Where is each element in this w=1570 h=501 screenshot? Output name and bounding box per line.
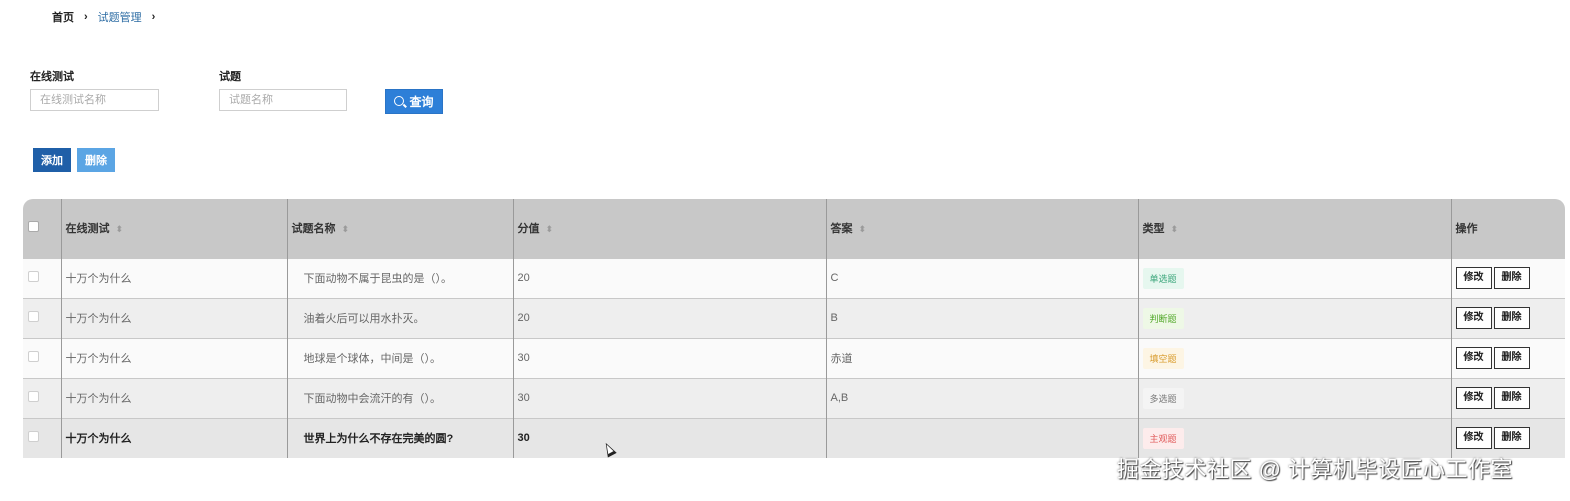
test-search-input[interactable] xyxy=(30,89,159,111)
question-search-input[interactable] xyxy=(219,89,347,111)
select-all-cell xyxy=(23,199,62,258)
cell-answer: A,B xyxy=(826,377,1139,418)
cell-answer: B xyxy=(826,297,1139,338)
questions-table: 在线测试 ⬍ 试题名称 ⬍ 分值 ⬍ 答案 ⬍ 类型 ⬍ 操作 十万个为什么 下面动物不属于… xyxy=(23,199,1565,458)
cell-score: 30 xyxy=(513,377,827,418)
cell-question: 世界上为什么不存在完美的圆? xyxy=(287,417,514,458)
delete-button[interactable]: 删除 xyxy=(1493,307,1530,329)
type-badge: 多选题 xyxy=(1142,387,1184,409)
column-header-score[interactable]: 分值 ⬍ xyxy=(513,199,827,258)
breadcrumb-home[interactable]: 首页 xyxy=(52,9,74,25)
cell-test: 十万个为什么 xyxy=(61,377,288,418)
delete-button[interactable]: 删除 xyxy=(1493,387,1530,409)
cell-test: 十万个为什么 xyxy=(61,337,288,378)
cell-type: 单选题 xyxy=(1138,257,1452,298)
cell-test: 十万个为什么 xyxy=(61,257,288,298)
table-row[interactable]: 十万个为什么 油着火后可以用水扑灭。 20 B 判断题 修改 删除 xyxy=(23,297,1565,338)
cell-type: 多选题 xyxy=(1138,377,1452,418)
table-row[interactable]: 十万个为什么 下面动物中会流汗的有（）。 30 A,B 多选题 修改 删除 xyxy=(23,377,1565,418)
table-header-row: 在线测试 ⬍ 试题名称 ⬍ 分值 ⬍ 答案 ⬍ 类型 ⬍ 操作 xyxy=(23,199,1565,258)
column-header-actions: 操作 xyxy=(1455,223,1478,236)
row-checkbox[interactable] xyxy=(28,351,39,362)
cell-type: 填空题 xyxy=(1138,337,1452,378)
table-row[interactable]: 十万个为什么 下面动物不属于昆虫的是（）。 20 C 单选题 修改 删除 xyxy=(23,257,1565,298)
row-checkbox[interactable] xyxy=(28,391,39,402)
sort-icon: ⬍ xyxy=(1170,224,1179,235)
cell-test: 十万个为什么 xyxy=(61,297,288,338)
cell-score: 20 xyxy=(513,257,827,298)
cell-question: 下面动物中会流汗的有（）。 xyxy=(287,377,514,418)
cell-score: 30 xyxy=(513,337,827,378)
row-select-cell xyxy=(23,377,62,418)
column-header-answer[interactable]: 答案 ⬍ xyxy=(826,199,1139,258)
type-badge: 判断题 xyxy=(1142,307,1184,329)
cell-score: 20 xyxy=(513,297,827,338)
row-select-cell xyxy=(23,417,62,458)
edit-button[interactable]: 修改 xyxy=(1455,307,1492,329)
column-header-test[interactable]: 在线测试 ⬍ xyxy=(61,199,288,258)
query-button-label: 查询 xyxy=(409,95,434,109)
question-search-label: 试题 xyxy=(219,71,241,83)
watermark: 掘金技术社区 @ 计算机毕设匠心工作室 xyxy=(1117,457,1514,482)
chevron-right-icon: › xyxy=(84,11,88,23)
row-select-cell xyxy=(23,297,62,338)
add-button[interactable]: 添加 xyxy=(33,148,71,172)
column-header-type[interactable]: 类型 ⬍ xyxy=(1138,199,1452,258)
cell-answer xyxy=(826,417,1139,458)
edit-button[interactable]: 修改 xyxy=(1455,267,1492,289)
edit-button[interactable]: 修改 xyxy=(1455,427,1492,450)
select-all-checkbox[interactable] xyxy=(28,221,39,233)
batch-delete-button[interactable]: 删除 xyxy=(77,148,115,172)
row-checkbox[interactable] xyxy=(28,431,39,443)
cell-test: 十万个为什么 xyxy=(61,417,288,458)
row-checkbox[interactable] xyxy=(28,271,39,282)
row-checkbox[interactable] xyxy=(28,311,39,322)
delete-button[interactable]: 删除 xyxy=(1493,267,1530,289)
sort-icon: ⬍ xyxy=(858,224,867,235)
cell-actions: 修改 删除 xyxy=(1451,337,1565,378)
test-search-label: 在线测试 xyxy=(30,71,74,83)
cell-actions: 修改 删除 xyxy=(1451,297,1565,338)
type-badge: 主观题 xyxy=(1142,427,1184,449)
type-badge: 填空题 xyxy=(1142,347,1184,369)
chevron-right-icon: › xyxy=(151,11,156,23)
breadcrumb: 首页 › 试题管理 › xyxy=(52,9,165,25)
search-icon xyxy=(394,95,405,106)
cell-type: 判断题 xyxy=(1138,297,1452,338)
cell-answer: C xyxy=(826,257,1139,298)
cell-question: 下面动物不属于昆虫的是（）。 xyxy=(287,257,514,298)
edit-button[interactable]: 修改 xyxy=(1455,387,1492,409)
breadcrumb-current[interactable]: 试题管理 xyxy=(98,9,142,25)
cell-actions: 修改 删除 xyxy=(1451,257,1565,298)
delete-button[interactable]: 删除 xyxy=(1493,347,1530,369)
sort-icon: ⬍ xyxy=(115,224,124,235)
row-select-cell xyxy=(23,337,62,378)
column-header-question[interactable]: 试题名称 ⬍ xyxy=(287,199,514,258)
edit-button[interactable]: 修改 xyxy=(1455,347,1492,369)
cell-answer: 赤道 xyxy=(826,337,1139,378)
type-badge: 单选题 xyxy=(1142,267,1184,289)
query-button[interactable]: 查询 xyxy=(385,89,443,114)
row-select-cell xyxy=(23,257,62,298)
cell-actions: 修改 删除 xyxy=(1451,377,1565,418)
delete-button[interactable]: 删除 xyxy=(1493,427,1530,450)
cell-question: 地球是个球体，中间是（）。 xyxy=(287,337,514,378)
table-row[interactable]: 十万个为什么 地球是个球体，中间是（）。 30 赤道 填空题 修改 删除 xyxy=(23,337,1565,378)
sort-icon: ⬍ xyxy=(341,224,350,235)
cell-question: 油着火后可以用水扑灭。 xyxy=(287,297,514,338)
sort-icon: ⬍ xyxy=(545,224,554,235)
cell-score: 30 xyxy=(513,417,827,458)
